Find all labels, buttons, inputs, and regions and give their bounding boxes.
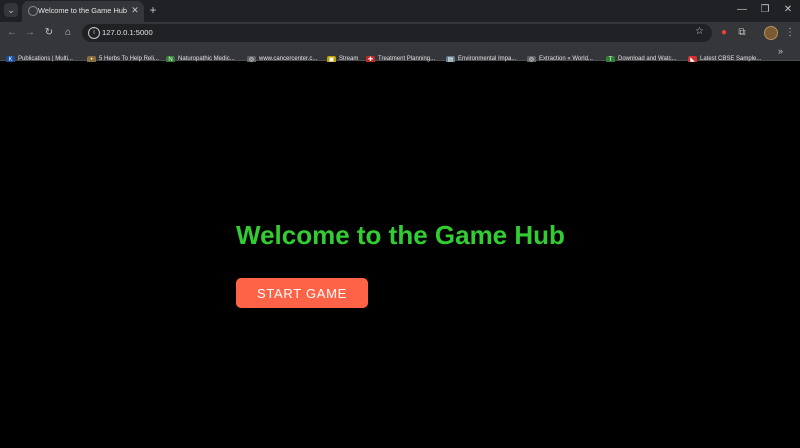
- bookmark-item[interactable]: • 5 Herbs To Help Reli...: [87, 47, 159, 65]
- address-bar[interactable]: i 127.0.0.1:5000 ☆: [82, 24, 712, 42]
- bookmark-item[interactable]: N Naturopathic Medic...: [166, 47, 235, 65]
- bookmark-item[interactable]: ▣ Stream: [327, 47, 358, 65]
- bookmark-item[interactable]: T Download and Watc...: [606, 47, 676, 65]
- start-game-button[interactable]: Start Game: [236, 278, 368, 308]
- extension-icon[interactable]: ●: [716, 25, 732, 41]
- new-tab-button[interactable]: +: [146, 3, 160, 17]
- profile-avatar[interactable]: [764, 26, 778, 40]
- bookmark-item[interactable]: ✚ Treatment Planning...: [366, 47, 435, 65]
- bookmark-item[interactable]: ◣ Latest CBSE Sample...: [688, 47, 761, 65]
- minimize-button[interactable]: —: [734, 2, 750, 18]
- url-text[interactable]: 127.0.0.1:5000: [102, 28, 153, 37]
- bookmarks-bar: K Publications | Multi... • 5 Herbs To Hel…: [0, 44, 800, 65]
- close-window-button[interactable]: ✕: [780, 2, 796, 18]
- bookmark-item[interactable]: ▤ Environmental Impa...: [446, 47, 516, 65]
- reload-button[interactable]: ↻: [41, 25, 57, 41]
- site-info-icon[interactable]: i: [88, 27, 100, 39]
- tab-close-button[interactable]: ✕: [129, 4, 141, 16]
- bookmark-star-icon[interactable]: ☆: [695, 26, 704, 37]
- browser-toolbar: ← → ↻ ⌂ i 127.0.0.1:5000 ☆ ● ⧉ ⋮: [0, 22, 800, 44]
- home-button[interactable]: ⌂: [60, 25, 76, 41]
- page-viewport: Welcome to the Game Hub Start Game: [0, 62, 800, 448]
- bookmark-item[interactable]: K Publications | Multi...: [6, 47, 73, 65]
- browser-menu-icon[interactable]: ⋮: [782, 25, 798, 41]
- bookmark-item[interactable]: ◎ www.cancercenter.c...: [247, 47, 317, 65]
- globe-icon: [28, 6, 38, 16]
- restore-button[interactable]: ❐: [757, 2, 773, 18]
- tab-title: Welcome to the Game Hub: [38, 6, 128, 15]
- active-tab[interactable]: Welcome to the Game Hub ✕: [22, 1, 144, 22]
- tab-strip: ⌄ Welcome to the Game Hub ✕ + — ❐ ✕: [0, 0, 800, 22]
- forward-button[interactable]: →: [22, 25, 38, 41]
- more-bookmarks-chevron-icon[interactable]: »: [778, 46, 783, 56]
- extensions-puzzle-icon[interactable]: ⧉: [734, 25, 750, 41]
- page-title: Welcome to the Game Hub: [236, 220, 565, 250]
- tab-search-button[interactable]: ⌄: [4, 3, 18, 17]
- back-button[interactable]: ←: [4, 25, 20, 41]
- bookmark-item[interactable]: ◎ Extraction « World...: [527, 47, 593, 65]
